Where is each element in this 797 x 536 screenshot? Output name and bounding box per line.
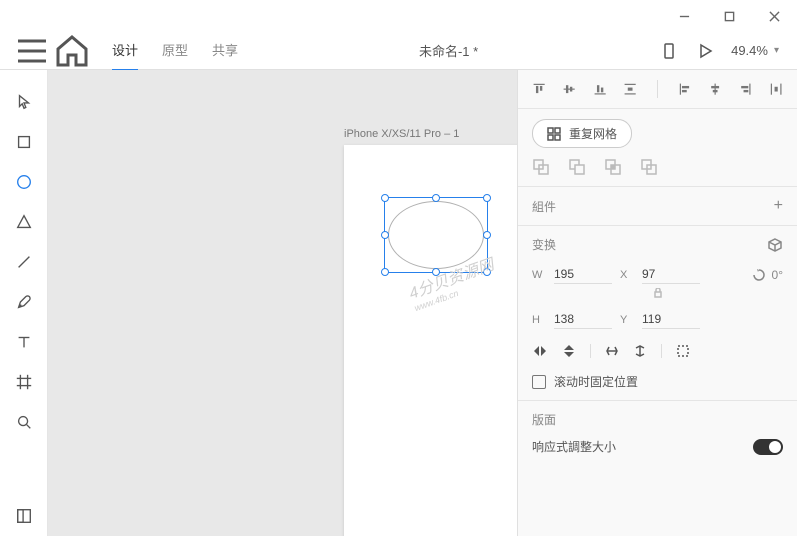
x-input[interactable]: 97 [642, 265, 700, 284]
resize-handle-tr[interactable] [483, 194, 491, 202]
minimize-button[interactable] [662, 0, 707, 32]
resize-handle-mr[interactable] [483, 231, 491, 239]
selection-bounds [384, 197, 488, 273]
artboard-label[interactable]: iPhone X/XS/11 Pro – 1 [344, 128, 459, 140]
tab-prototype[interactable]: 原型 [162, 30, 188, 71]
boolean-subtract-icon[interactable] [568, 158, 586, 176]
chevron-down-icon: ▾ [774, 45, 779, 56]
dotted-bounds-icon[interactable] [676, 344, 690, 358]
artboard-tool[interactable] [0, 362, 48, 402]
align-right-icon[interactable] [738, 80, 752, 98]
boolean-intersect-icon[interactable] [604, 158, 622, 176]
text-tool[interactable] [0, 322, 48, 362]
pen-tool[interactable] [0, 282, 48, 322]
assets-panel-button[interactable] [0, 496, 48, 536]
height-label: H [532, 314, 546, 326]
align-pixel-icon[interactable] [605, 344, 619, 358]
align-top-icon[interactable] [532, 80, 546, 98]
rotation-input[interactable]: 0° [772, 268, 783, 282]
repeat-grid-label: 重复网格 [569, 125, 617, 142]
resize-handle-tc[interactable] [432, 194, 440, 202]
resize-handle-br[interactable] [483, 268, 491, 276]
rotate-icon [752, 268, 766, 282]
resize-handle-ml[interactable] [381, 231, 389, 239]
play-button[interactable] [695, 41, 715, 61]
three-d-icon[interactable] [767, 237, 783, 253]
device-preview-icon[interactable] [659, 41, 679, 61]
boolean-exclude-icon[interactable] [640, 158, 658, 176]
zoom-tool[interactable] [0, 402, 48, 442]
align-vcenter-icon[interactable] [562, 80, 576, 98]
height-input[interactable]: 138 [554, 310, 612, 329]
y-input[interactable]: 119 [642, 310, 700, 329]
repeat-grid-button[interactable]: 重复网格 [532, 119, 632, 148]
tab-design[interactable]: 设计 [112, 30, 138, 71]
ellipse-tool[interactable] [0, 162, 48, 202]
resize-handle-tl[interactable] [381, 194, 389, 202]
resize-handle-bl[interactable] [381, 268, 389, 276]
transform-section-label: 变换 [532, 236, 556, 253]
layout-section-label: 版面 [532, 411, 556, 428]
line-tool[interactable] [0, 242, 48, 282]
home-button[interactable] [52, 32, 92, 70]
fix-scroll-label: 滚动时固定位置 [554, 373, 638, 390]
rectangle-tool[interactable] [0, 122, 48, 162]
distribute-h-icon[interactable] [769, 80, 783, 98]
resize-handle-bc[interactable] [432, 268, 440, 276]
distribute-v-icon[interactable] [623, 80, 637, 98]
component-section-label: 組件 [532, 198, 556, 215]
tab-share[interactable]: 共享 [212, 30, 238, 71]
align-pixel-v-icon[interactable] [633, 344, 647, 358]
align-hcenter-icon[interactable] [708, 80, 722, 98]
zoom-dropdown[interactable]: 49.4% ▾ [731, 43, 779, 58]
maximize-button[interactable] [707, 0, 752, 32]
add-component-button[interactable]: + [774, 197, 783, 215]
polygon-tool[interactable] [0, 202, 48, 242]
select-tool[interactable] [0, 82, 48, 122]
width-input[interactable]: 195 [554, 265, 612, 284]
align-bottom-icon[interactable] [593, 80, 607, 98]
y-label: Y [620, 314, 634, 326]
flip-vertical-icon[interactable] [562, 343, 576, 359]
menu-button[interactable] [12, 32, 52, 70]
document-title: 未命名-1 * [419, 41, 478, 60]
align-left-icon[interactable] [678, 80, 692, 98]
responsive-toggle[interactable] [753, 439, 783, 455]
zoom-value: 49.4% [731, 43, 768, 58]
flip-horizontal-icon[interactable] [532, 344, 548, 358]
x-label: X [620, 269, 634, 281]
width-label: W [532, 269, 546, 281]
lock-aspect-icon[interactable] [653, 288, 663, 298]
canvas[interactable]: iPhone X/XS/11 Pro – 1 4分贝资源网www.4fb.cn [48, 70, 517, 536]
close-button[interactable] [752, 0, 797, 32]
responsive-label: 响应式調整大小 [532, 438, 616, 455]
boolean-add-icon[interactable] [532, 158, 550, 176]
fix-scroll-checkbox[interactable] [532, 375, 546, 389]
